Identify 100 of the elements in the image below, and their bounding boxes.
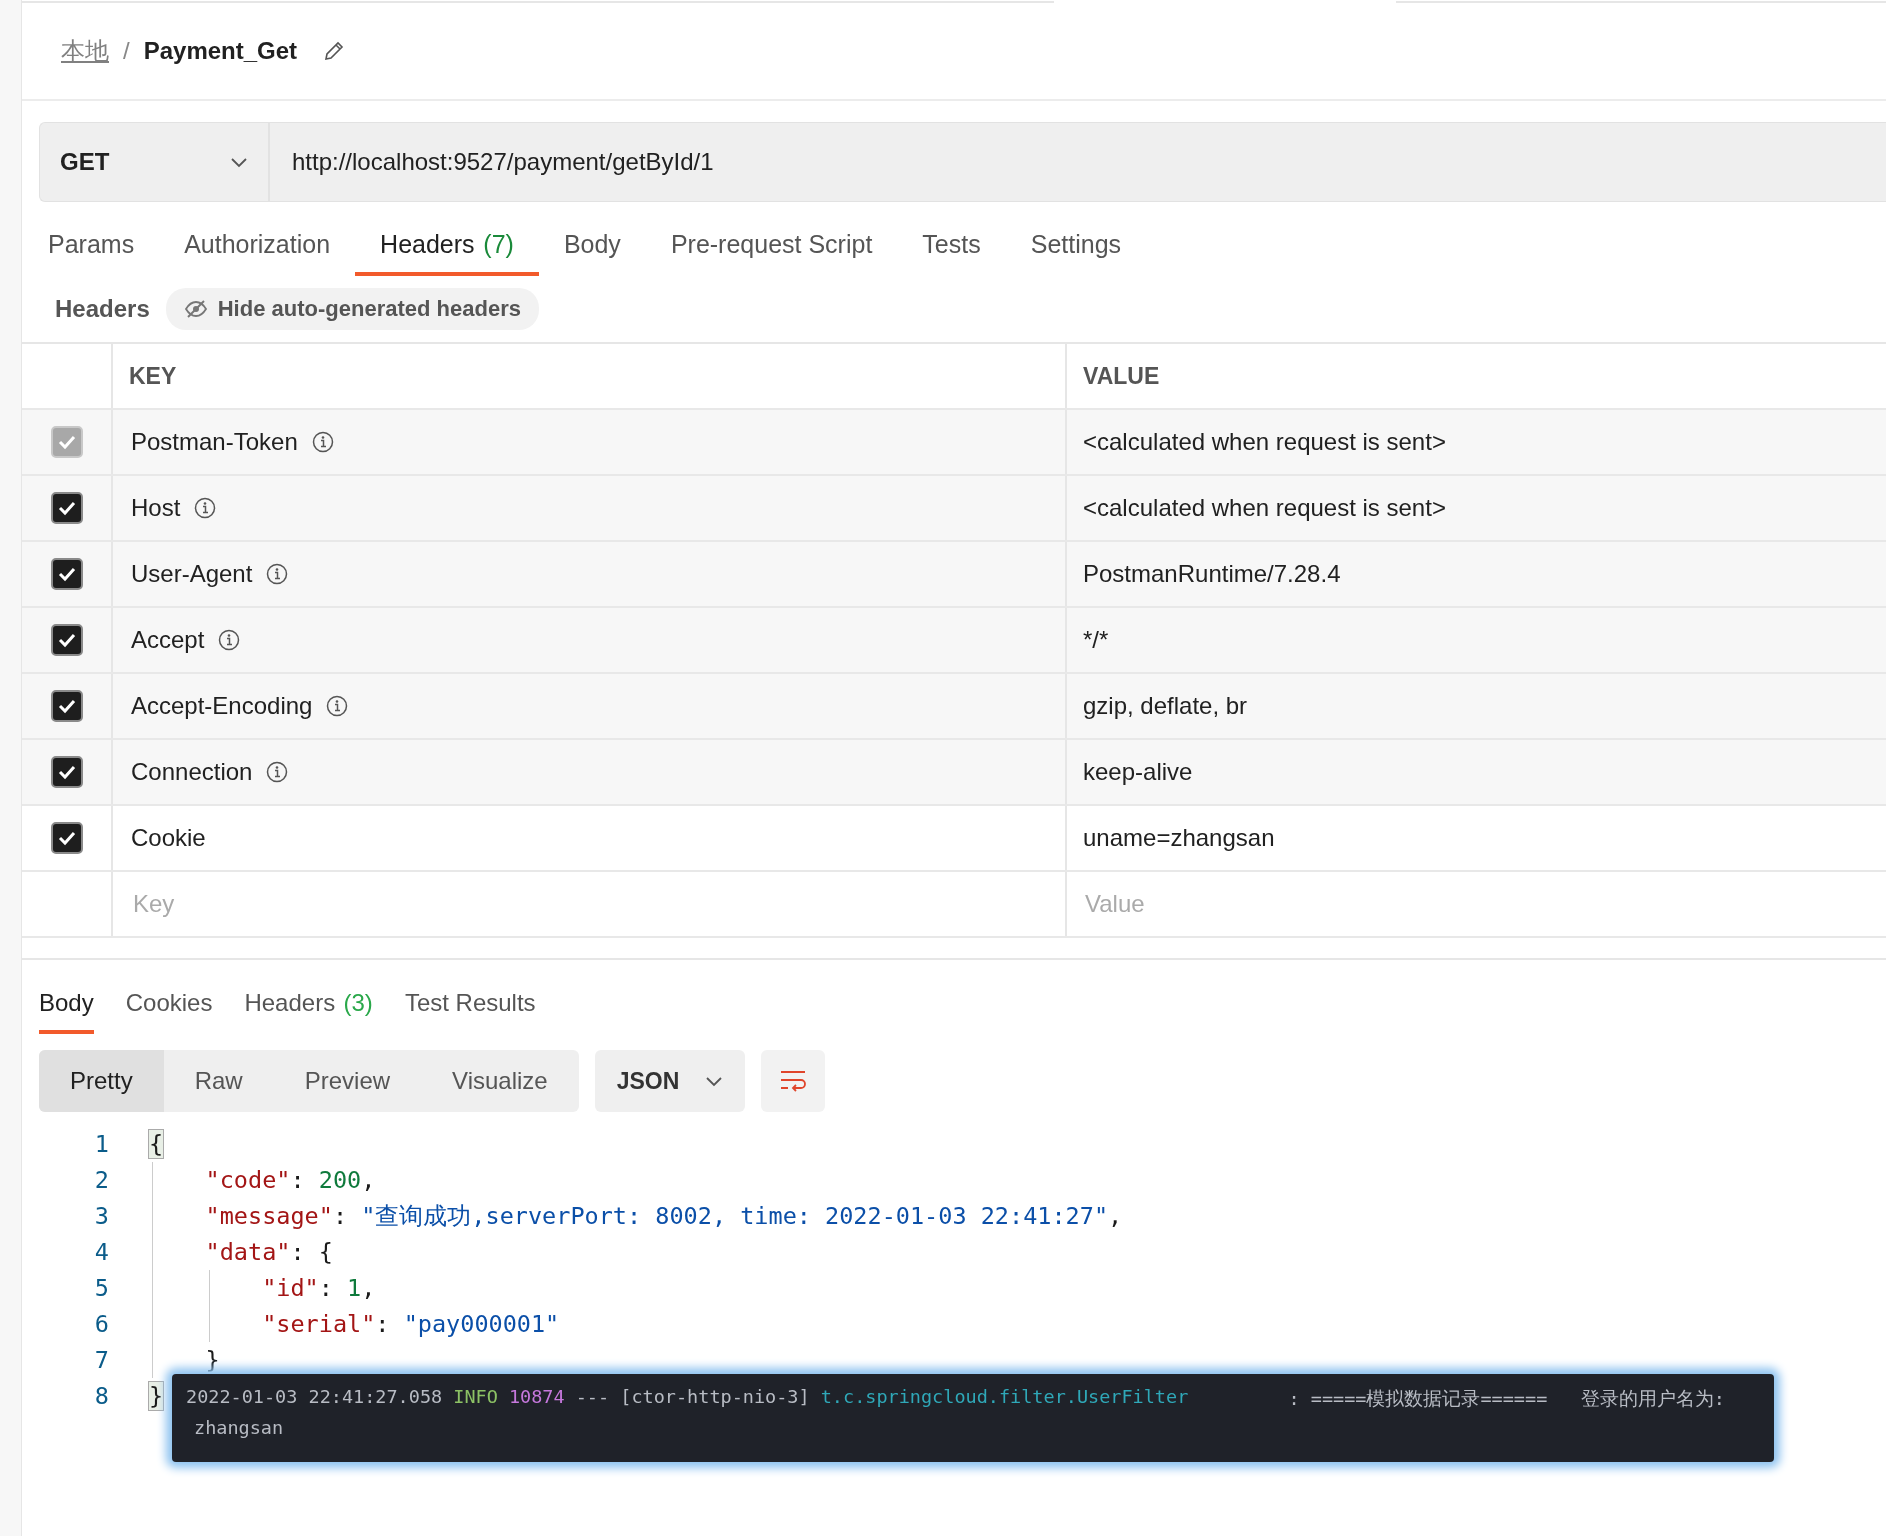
checkmark-icon	[56, 764, 77, 780]
line-number: 3	[93, 1202, 110, 1230]
chevron-down-icon	[230, 156, 248, 168]
url-field[interactable]: http://localhost:9527/payment/getById/1	[270, 123, 1886, 201]
code-token: : {	[290, 1238, 333, 1266]
info-icon[interactable]	[194, 497, 217, 519]
code-token: {	[149, 1130, 164, 1158]
info-icon[interactable]	[266, 563, 289, 585]
column-header: KEY	[113, 344, 1067, 408]
request-tab[interactable]: Body	[538, 216, 646, 276]
header-key: Host	[131, 494, 181, 522]
code-token: "code"	[205, 1166, 291, 1194]
request-tab[interactable]: Tests	[897, 216, 1006, 276]
code-token: ,	[1108, 1202, 1123, 1230]
breadcrumb-separator: /	[123, 37, 130, 65]
code-token: ,	[361, 1274, 376, 1302]
request-tab[interactable]: Headers (7)	[355, 216, 539, 276]
checkbox[interactable]	[50, 822, 83, 854]
line-number: 1	[93, 1130, 110, 1158]
response-tab[interactable]: Body	[39, 976, 94, 1034]
info-icon[interactable]	[266, 761, 289, 783]
log-text: t.c.springcloud.filter.UserFilter	[820, 1386, 1189, 1409]
key-field[interactable]: Key	[131, 889, 435, 919]
code-token: }	[149, 1382, 164, 1410]
code-token: ,	[361, 1166, 376, 1194]
header-value: <calculated when request is sent>	[1083, 494, 1446, 522]
checkmark-icon	[56, 830, 77, 846]
code-token: :	[375, 1310, 391, 1338]
log-text: : =====模拟数据记录====== 登录的用户名为:	[1287, 1387, 1725, 1411]
checkbox[interactable]	[50, 492, 83, 524]
info-icon[interactable]	[218, 629, 241, 651]
info-icon[interactable]	[326, 695, 349, 717]
request-bar[interactable]: GET http://localhost:9527/payment/getById/1	[39, 122, 1886, 202]
header-key: Postman-Token	[131, 428, 298, 456]
section-title: Headers	[55, 295, 150, 323]
checkbox[interactable]	[50, 624, 83, 656]
header-value: */*	[1083, 626, 1109, 654]
log-text: INFO	[453, 1386, 498, 1409]
checkmark-icon	[56, 632, 77, 648]
line-number: 6	[93, 1310, 110, 1338]
code-token: "data"	[205, 1238, 291, 1266]
log-text: 2022-01-03 22:41:27.058	[186, 1386, 443, 1409]
format-dropdown[interactable]: JSON	[594, 1050, 746, 1112]
hide-headers-button[interactable]: Hide auto-generated headers	[165, 288, 539, 330]
checkmark-icon	[56, 698, 77, 714]
code-token: "id"	[262, 1274, 319, 1302]
header-key: Connection	[131, 758, 253, 786]
code-token: :	[318, 1274, 334, 1302]
log-text: --- [ctor-http-nio-3]	[575, 1386, 810, 1409]
code-token: "message"	[205, 1202, 333, 1230]
checkbox[interactable]	[50, 756, 83, 788]
response-tab[interactable]: Cookies	[125, 976, 213, 1034]
value-field[interactable]: Value	[1083, 889, 1387, 919]
request-tab[interactable]: Settings	[1005, 216, 1147, 276]
header-key: User-Agent	[131, 560, 253, 588]
checkmark-icon	[56, 434, 77, 450]
header-value: <calculated when request is sent>	[1083, 428, 1446, 456]
wrap-button[interactable]	[761, 1050, 826, 1112]
code-token: 200	[318, 1166, 362, 1194]
column-header: VALUE	[1082, 361, 1161, 391]
code-token: 1	[347, 1274, 362, 1302]
code-token: }	[205, 1346, 220, 1374]
breadcrumb-link[interactable]: 本地	[61, 35, 109, 67]
checkmark-icon	[56, 500, 77, 516]
checkbox[interactable]	[50, 558, 83, 590]
code-token: "pay000001"	[403, 1310, 560, 1338]
line-number: 8	[93, 1382, 110, 1410]
eye-slash-icon	[183, 300, 208, 318]
view-mode-tab[interactable]: Pretty	[39, 1050, 164, 1112]
header-key: Accept	[131, 626, 205, 654]
code-token: :	[332, 1202, 349, 1230]
view-mode-tab[interactable]: Preview	[273, 1050, 422, 1112]
code-token: "serial"	[262, 1310, 376, 1338]
log-text: zhangsan	[194, 1417, 284, 1438]
view-mode-tab[interactable]: Visualize	[421, 1050, 579, 1112]
header-value: gzip, deflate, br	[1083, 692, 1248, 720]
method-dropdown[interactable]: GET	[40, 123, 270, 201]
pencil-icon[interactable]	[323, 40, 346, 62]
chevron-down-icon	[705, 1075, 724, 1087]
request-tab[interactable]: Pre-request Script	[645, 216, 898, 276]
header-key: Cookie	[131, 824, 206, 852]
line-number: 7	[93, 1346, 110, 1374]
code-token: "查询成功,serverPort: 8002, time: 2022-01-03 22:41:27"	[361, 1201, 1109, 1232]
header-value: keep-alive	[1083, 758, 1193, 786]
header-key: Accept-Encoding	[131, 692, 313, 720]
checkbox[interactable]	[50, 690, 83, 722]
code-token: :	[290, 1166, 306, 1194]
wrap-lines-icon	[779, 1069, 808, 1093]
log-text: 10874	[508, 1386, 565, 1409]
line-number: 5	[93, 1274, 110, 1302]
view-mode-tab[interactable]: Raw	[163, 1050, 274, 1112]
header-value: uname=zhangsan	[1083, 824, 1275, 852]
line-number: 2	[93, 1166, 110, 1194]
checkmark-icon	[56, 566, 77, 582]
request-tab[interactable]: Params	[44, 216, 160, 276]
request-name: Payment_Get	[143, 37, 298, 65]
response-tab[interactable]: Headers (3)	[244, 976, 373, 1034]
request-tab[interactable]: Authorization	[159, 216, 356, 276]
response-tab[interactable]: Test Results	[404, 976, 536, 1034]
header-value: PostmanRuntime/7.28.4	[1083, 560, 1341, 588]
